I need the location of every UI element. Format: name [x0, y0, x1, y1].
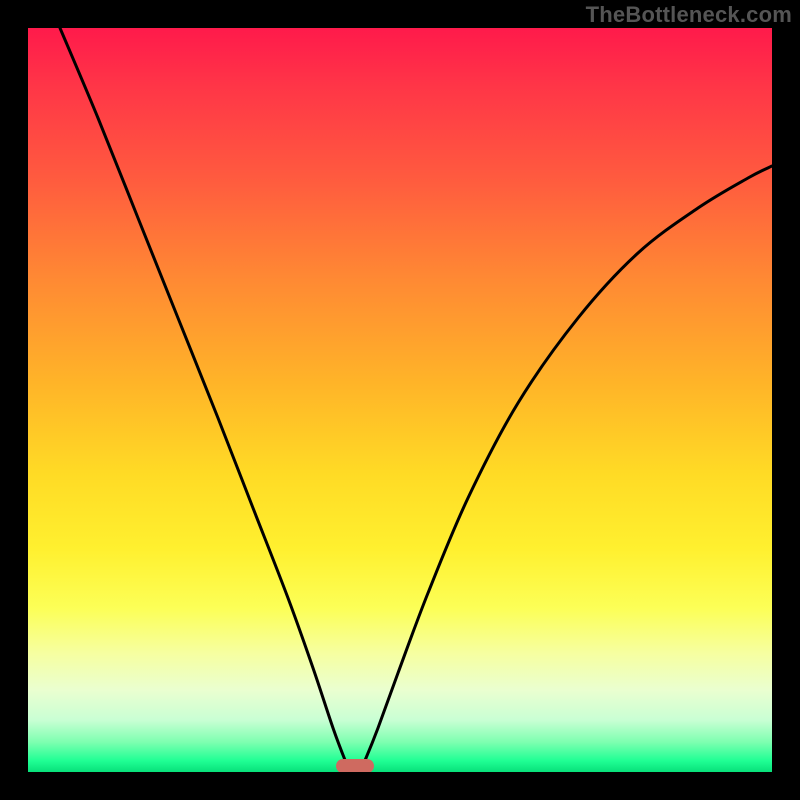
bottleneck-curve: [28, 28, 772, 772]
chart-frame: TheBottleneck.com: [0, 0, 800, 800]
curve-right-branch: [361, 166, 772, 768]
watermark-text: TheBottleneck.com: [586, 2, 792, 28]
plot-area: [28, 28, 772, 772]
curve-left-branch: [60, 28, 349, 768]
optimal-marker: [336, 759, 374, 772]
